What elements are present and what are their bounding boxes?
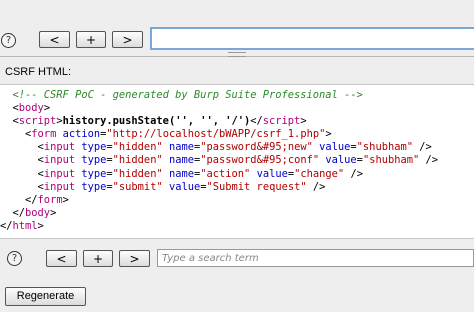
code-token: script: [262, 115, 301, 128]
code-token: >: [300, 115, 307, 128]
code-line: </body>: [0, 207, 474, 220]
code-token: >: [325, 128, 332, 141]
code-line: <!-- CSRF PoC - generated by Burp Suite …: [0, 89, 474, 102]
code-token: body: [25, 206, 51, 219]
help-icon[interactable]: ?: [7, 251, 22, 266]
code-token: script: [18, 115, 57, 128]
csrf-html-label: CSRF HTML:: [5, 66, 71, 78]
code-line: <form action="http://localhost/bWAPP/csr…: [0, 128, 474, 141]
code-token: />: [312, 180, 326, 193]
code-token: type: [81, 167, 107, 180]
forward-button[interactable]: >: [119, 250, 150, 267]
code-token: <!-- CSRF PoC - generated by Burp Suite …: [12, 89, 363, 101]
back-button[interactable]: <: [39, 31, 70, 48]
help-icon[interactable]: ?: [1, 33, 16, 48]
code-token: >: [43, 102, 51, 115]
code-token: name: [168, 154, 194, 167]
code-token: "action": [200, 167, 257, 180]
code-token: value: [319, 141, 351, 154]
splitter-handle[interactable]: [228, 52, 246, 57]
regenerate-button[interactable]: Regenerate: [5, 287, 86, 306]
code-token: "hidden": [112, 141, 169, 154]
code-line: <script>history.pushState('', '', '/')</…: [0, 115, 474, 128]
code-token: value: [168, 180, 201, 193]
code-token: "password&#95;conf": [200, 154, 326, 167]
add-button[interactable]: +: [76, 31, 106, 48]
code-token: "hidden": [112, 154, 169, 167]
code-line: <input type="hidden" name="action" value…: [0, 168, 474, 181]
code-token: >: [50, 206, 57, 219]
code-token: name: [168, 167, 194, 180]
code-token: </: [0, 219, 13, 232]
code-token: history.pushState('', '', '/'): [62, 115, 251, 128]
code-token: html: [12, 219, 38, 232]
code-token: "http://localhost/bWAPP/csrf_1.php": [106, 128, 326, 141]
code-line: </html>: [0, 220, 474, 233]
code-token: </: [250, 115, 263, 128]
code-line: <input type="hidden" name="password&#95;…: [0, 154, 474, 167]
code-token: "shubham": [362, 154, 426, 167]
code-token: type: [81, 154, 107, 167]
code-line: <input type="hidden" name="password&#95;…: [0, 141, 474, 154]
code-token: input: [43, 141, 82, 154]
code-token: </: [12, 206, 26, 219]
code-token: >: [37, 219, 44, 232]
back-button[interactable]: <: [46, 250, 77, 267]
code-token: action: [62, 128, 101, 141]
add-button[interactable]: +: [83, 250, 113, 267]
code-token: >: [62, 193, 69, 206]
code-token: value: [325, 154, 357, 167]
code-token: type: [81, 141, 107, 154]
code-token: input: [43, 180, 82, 193]
code-token: value: [256, 167, 288, 180]
code-token: </: [25, 193, 38, 206]
code-token: form: [31, 128, 63, 141]
top-toolbar: ? < + >: [0, 0, 474, 50]
forward-button[interactable]: >: [112, 31, 143, 48]
code-token: type: [81, 180, 107, 193]
code-token: />: [425, 154, 439, 167]
search-input[interactable]: Type a search term: [157, 249, 474, 267]
code-token: input: [43, 154, 82, 167]
code-token: "submit": [112, 180, 169, 193]
code-token: "change": [294, 167, 351, 180]
csrf-html-editor[interactable]: <!-- CSRF PoC - generated by Burp Suite …: [0, 84, 474, 239]
code-line: <input type="submit" value="Submit reque…: [0, 181, 474, 194]
code-token: />: [419, 141, 432, 154]
code-token: "hidden": [112, 167, 169, 180]
code-token: input: [43, 167, 82, 180]
code-token: name: [168, 141, 194, 154]
code-line: <body>: [0, 102, 474, 115]
code-token: form: [37, 193, 63, 206]
code-token: body: [18, 102, 44, 115]
url-input[interactable]: [150, 27, 474, 50]
code-token: "shubham": [356, 141, 420, 154]
code-line: </form>: [0, 194, 474, 207]
code-token: "Submit request": [206, 180, 313, 193]
code-token: "password&#95;new": [200, 141, 320, 154]
code-token: />: [350, 167, 363, 180]
